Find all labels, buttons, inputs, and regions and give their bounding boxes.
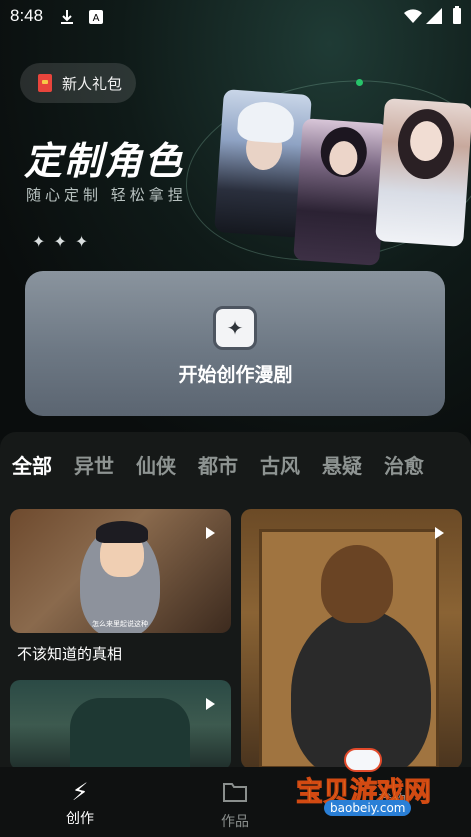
wifi-icon — [404, 9, 422, 23]
watermark: 宝贝游戏网 baobeiy.com — [294, 748, 444, 820]
tab-mystery[interactable]: 悬疑 — [322, 450, 362, 480]
category-tabs: 全部 异世 仙侠 都市 古风 悬疑 治愈 — [12, 450, 424, 480]
watermark-url: baobeiy.com — [324, 800, 412, 816]
sparkle-stars-icon: ✦✦✦ — [32, 232, 97, 251]
video-subtitle-overlay: 怎么来里起说这种 — [92, 620, 148, 628]
orbit-dot — [356, 79, 363, 86]
signal-icon — [426, 8, 442, 24]
red-envelope-icon — [38, 74, 52, 92]
play-icon — [205, 527, 215, 539]
play-icon — [434, 527, 444, 539]
status-time: 8:48 — [10, 6, 44, 25]
character-card-dark-gown[interactable] — [293, 118, 389, 266]
nav-create-label: 创作 — [66, 811, 94, 827]
svg-text:A: A — [93, 13, 100, 24]
video-thumbnail-truth[interactable]: 怎么来里起说这种 — [10, 509, 231, 633]
play-icon — [205, 698, 215, 710]
hero-title: 定制角色 — [24, 139, 185, 183]
tab-healing[interactable]: 治愈 — [384, 450, 424, 480]
new-user-gift-button[interactable]: 新人礼包 — [20, 63, 136, 103]
character-card-white-dress[interactable] — [375, 98, 471, 247]
start-creating-label: 开始创作漫剧 — [178, 364, 293, 386]
nav-create[interactable]: ⚡ 创作 — [40, 778, 120, 828]
battery-icon — [453, 6, 461, 24]
tab-all[interactable]: 全部 — [12, 450, 52, 480]
folder-icon — [223, 783, 247, 802]
tab-xianxia[interactable]: 仙侠 — [136, 450, 176, 480]
tab-ancient[interactable]: 古风 — [260, 450, 300, 480]
video-thumbnail-door[interactable] — [241, 509, 462, 769]
status-bar: 8:48 A — [0, 0, 471, 32]
tab-other-world[interactable]: 异世 — [74, 450, 114, 480]
video-title: 不该知道的真相 — [17, 645, 123, 663]
download-icon — [61, 10, 73, 24]
video-thumbnail-forest[interactable] — [10, 680, 231, 770]
lightning-icon: ⚡ — [71, 778, 89, 806]
app-notification-icon: A — [89, 10, 103, 24]
sparkle-icon: ✦ — [213, 306, 257, 350]
gift-label: 新人礼包 — [62, 74, 123, 93]
hero-subtitle: 随心定制 轻松拿捏 — [26, 186, 187, 204]
gamepad-icon — [344, 748, 382, 772]
nav-works[interactable]: 作品 — [195, 778, 275, 831]
tab-urban[interactable]: 都市 — [198, 450, 238, 480]
nav-works-label: 作品 — [221, 814, 249, 830]
